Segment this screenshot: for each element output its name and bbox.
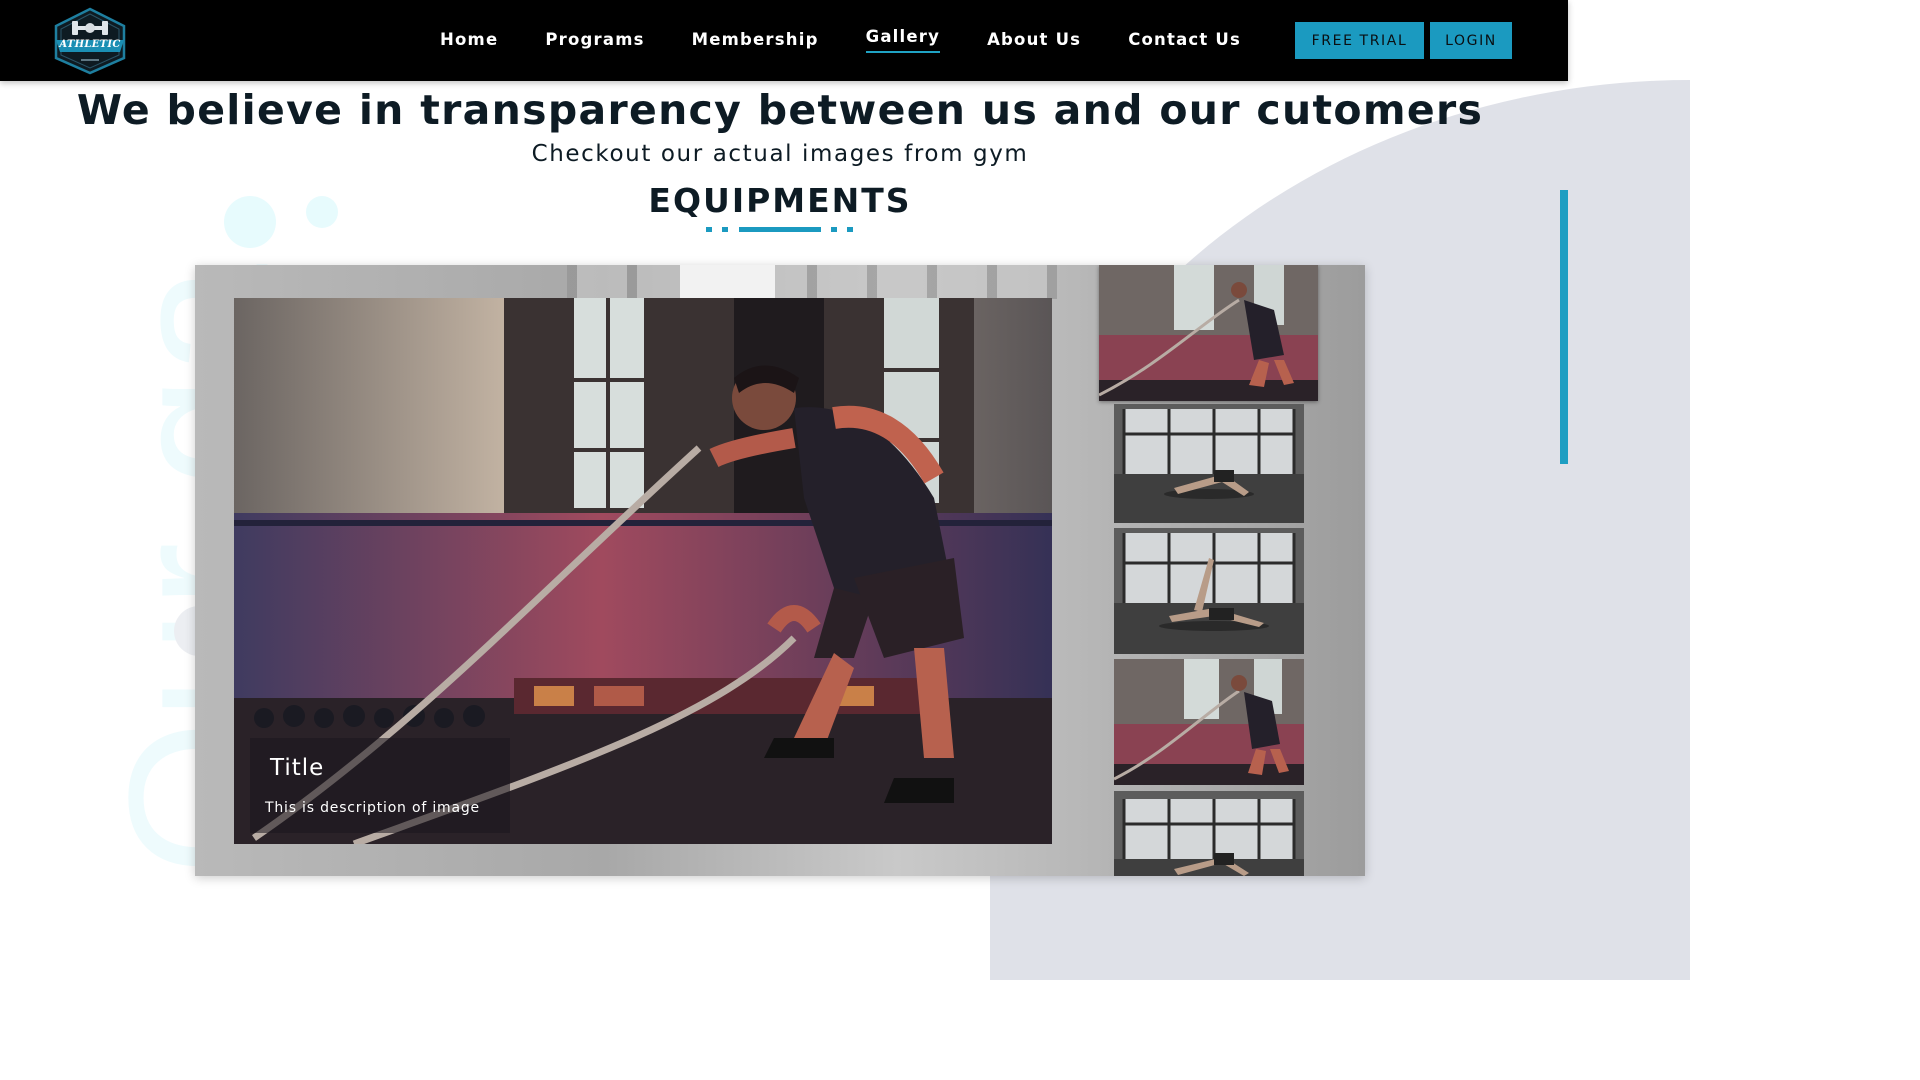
login-button[interactable]: LOGIN (1430, 22, 1512, 59)
section-title: EQUIPMENTS (648, 181, 912, 220)
nav-item-about-us[interactable]: About Us (987, 30, 1081, 52)
main-menu: Home Programs Membership Gallery About U… (440, 0, 1288, 81)
title-underline-bar (739, 227, 821, 232)
gallery-backdrop (567, 265, 1057, 299)
nav-item-gallery[interactable]: Gallery (865, 27, 941, 53)
nav-item-contact-us[interactable]: Contact Us (1128, 30, 1241, 52)
battle-ropes-thumbnail (1099, 265, 1318, 401)
image-gallery: Title This is description of image (195, 265, 1365, 876)
gallery-thumbnail[interactable] (1114, 528, 1304, 654)
scrollbar-thumb[interactable] (1560, 190, 1568, 464)
nav-item-home[interactable]: Home (440, 30, 498, 52)
main-gallery-image[interactable]: Title This is description of image (234, 298, 1052, 844)
gallery-thumbnail[interactable] (1114, 404, 1304, 523)
page-headline: We believe in transparency between us an… (76, 86, 1484, 134)
title-underline-dot (831, 227, 837, 232)
gallery-thumbnail[interactable] (1114, 659, 1304, 785)
side-plank-thumbnail (1114, 528, 1304, 654)
battle-ropes-thumbnail (1114, 659, 1304, 785)
caption-title: Title (270, 755, 325, 781)
plank-pushup-thumbnail (1114, 791, 1304, 876)
image-caption: Title This is description of image (250, 738, 510, 833)
free-trial-button[interactable]: FREE TRIAL (1295, 22, 1424, 59)
caption-description: This is description of image (265, 800, 480, 816)
title-underline-dot (722, 227, 728, 232)
title-underline-dot (706, 227, 712, 232)
logo-text: ATHLETIC (59, 39, 121, 50)
gallery-thumbnail[interactable] (1099, 265, 1318, 401)
nav-item-membership[interactable]: Membership (692, 30, 819, 52)
page-subheadline: Checkout our actual images from gym (531, 141, 1029, 167)
gallery-thumbnail[interactable] (1114, 791, 1304, 876)
thumbnail-strip (1099, 265, 1319, 876)
plank-pushup-thumbnail (1114, 404, 1304, 523)
title-underline-dot (847, 227, 853, 232)
gallery-backdrop-light (680, 265, 775, 299)
navbar: ATHLETIC Home Programs Membership Galler… (0, 0, 1568, 81)
nav-item-programs[interactable]: Programs (545, 30, 644, 52)
